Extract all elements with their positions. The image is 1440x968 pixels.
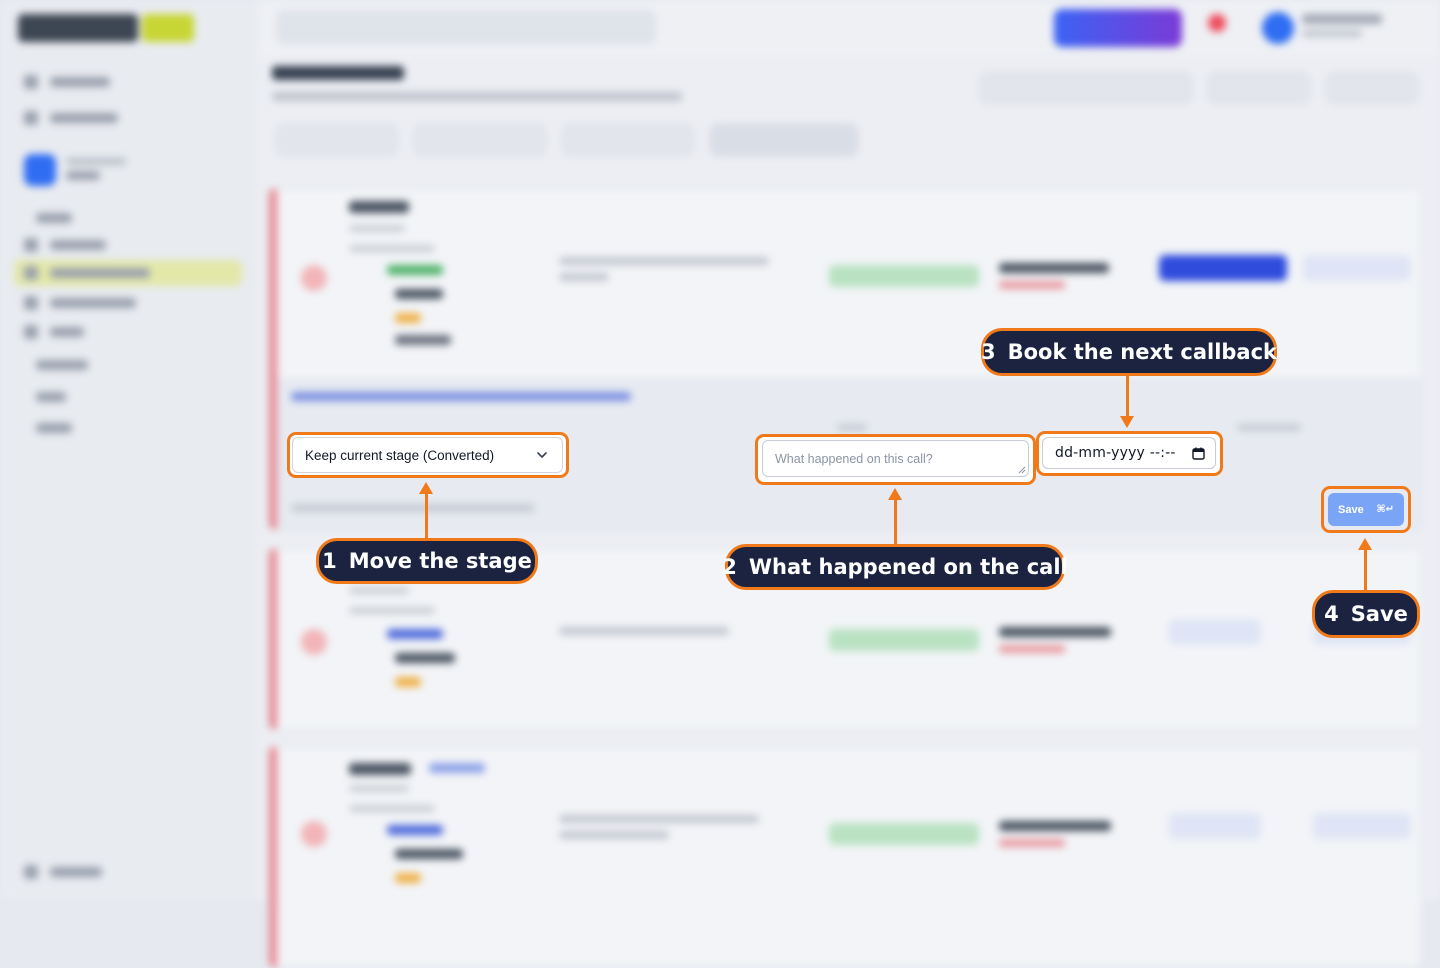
save-button-label: Save	[1338, 503, 1364, 516]
callout-call-notes: 2 What happened on the call	[722, 544, 1068, 590]
filter-chip	[414, 124, 546, 156]
callout-label: Book the next callback	[1007, 340, 1278, 364]
callback-datetime-value: dd-mm-yyyy --:--	[1055, 445, 1176, 461]
primary-action-button	[1054, 9, 1182, 47]
stage-select[interactable]: Keep current stage (Converted)	[292, 437, 563, 473]
user-info	[1302, 14, 1382, 38]
filter-dropdown	[1208, 72, 1310, 104]
callout-label: Move the stage	[348, 549, 532, 573]
sidebar-item	[24, 324, 84, 340]
callout-label: Save	[1350, 602, 1408, 626]
notification-icon	[1208, 14, 1226, 32]
blurred-app-background	[0, 0, 1440, 968]
callout-move-stage: 1 Move the stage	[316, 538, 538, 584]
sidebar	[0, 0, 259, 900]
page-subtitle	[272, 92, 682, 101]
topbar	[258, 0, 1440, 57]
app-logo	[18, 14, 194, 42]
page-title	[272, 66, 404, 80]
filter-chip	[710, 124, 858, 156]
arrow-2-head	[888, 488, 902, 500]
arrow-4	[1364, 548, 1367, 592]
callout-book-callback: 3 Book the next callback	[981, 328, 1277, 376]
sidebar-item	[24, 864, 102, 880]
workspace-switcher	[20, 150, 242, 192]
avatar	[1262, 12, 1294, 44]
arrow-1	[425, 492, 428, 540]
arrow-3-head	[1120, 416, 1134, 428]
call-notes-placeholder: What happened on this call?	[775, 452, 933, 466]
sidebar-item	[24, 295, 136, 311]
calendar-icon[interactable]	[1192, 447, 1205, 460]
arrow-1-head	[419, 482, 433, 494]
callout-number: 2	[722, 555, 737, 579]
arrow-4-head	[1358, 538, 1372, 550]
stage-select-value: Keep current stage (Converted)	[305, 447, 495, 463]
filter-chip	[562, 124, 694, 156]
sidebar-item	[24, 389, 66, 405]
callout-label: What happened on the call	[748, 555, 1068, 579]
filter-chip	[276, 124, 398, 156]
lead-card	[268, 746, 1422, 968]
search-bar	[276, 10, 656, 44]
sidebar-item	[24, 265, 150, 281]
sidebar-item	[24, 420, 72, 436]
callback-datetime-input[interactable]: dd-mm-yyyy --:--	[1042, 437, 1216, 469]
save-button[interactable]: Save ⌘↵	[1328, 493, 1404, 526]
call-notes-input[interactable]: What happened on this call?	[762, 440, 1029, 477]
callout-number: 3	[980, 340, 996, 364]
callout-save: 4 Save	[1312, 590, 1420, 638]
chevron-down-icon	[537, 452, 547, 458]
sidebar-item	[24, 237, 106, 253]
sidebar-item	[24, 210, 72, 226]
arrow-2	[894, 498, 897, 546]
callout-number: 1	[322, 549, 337, 573]
save-shortcut-hint: ⌘↵	[1376, 504, 1394, 515]
filter-search	[980, 72, 1192, 104]
resize-handle-icon[interactable]	[1018, 466, 1026, 474]
refresh-button	[1326, 72, 1418, 104]
arrow-3	[1126, 374, 1129, 418]
sidebar-item	[24, 357, 88, 373]
callout-number: 4	[1324, 602, 1339, 626]
sidebar-item	[24, 74, 110, 90]
sidebar-item	[24, 110, 118, 126]
